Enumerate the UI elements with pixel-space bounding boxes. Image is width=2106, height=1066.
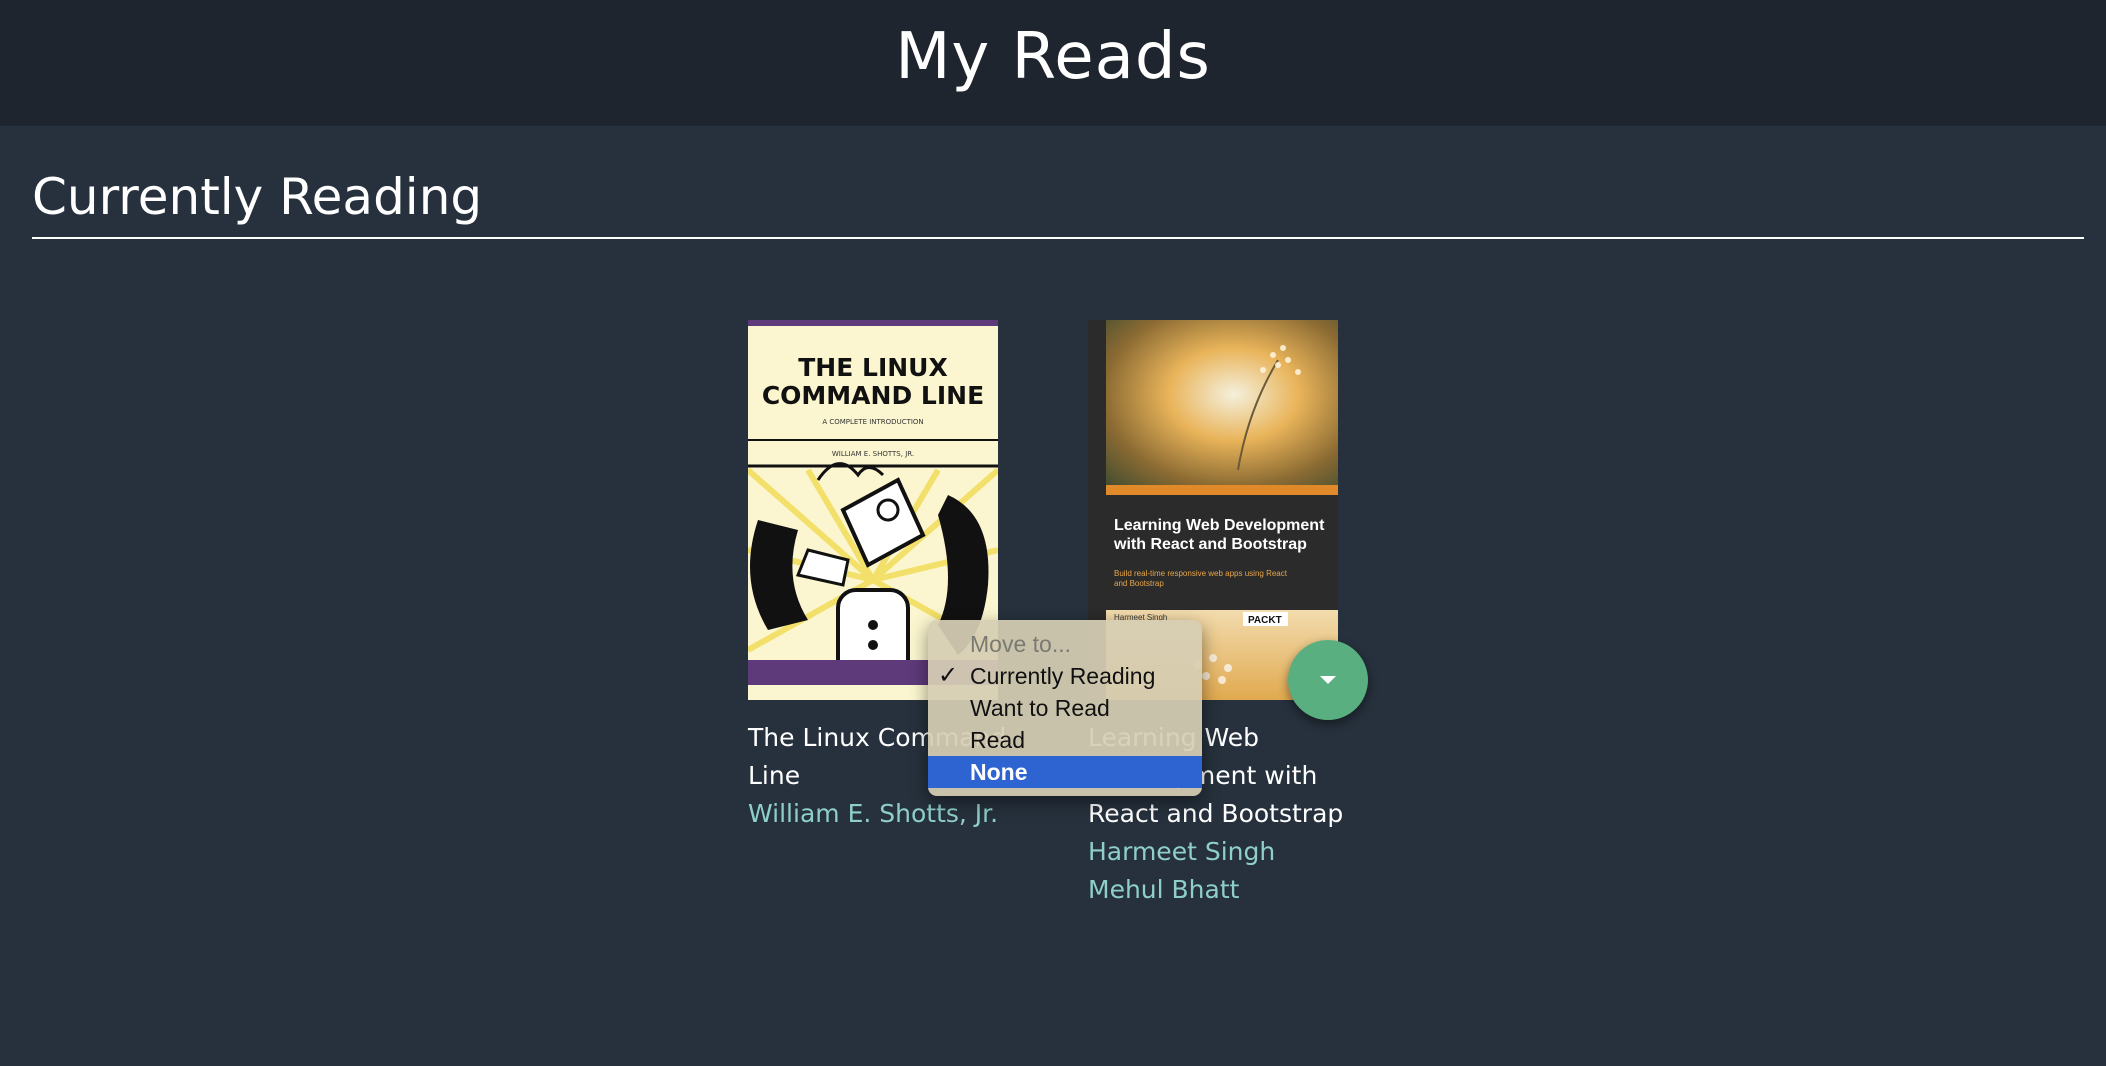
menu-option-want-to-read[interactable]: Want to Read: [928, 692, 1202, 724]
cover-heading-2: COMMAND LINE: [762, 381, 984, 410]
cover-author: WILLIAM E. SHOTTS, JR.: [832, 450, 914, 458]
menu-option-currently-reading[interactable]: ✓ Currently Reading: [928, 660, 1202, 692]
book-author: William E. Shotts, Jr.: [748, 799, 999, 828]
shelf-changer-button[interactable]: [1288, 640, 1368, 720]
menu-option-label: Want to Read: [970, 695, 1110, 721]
caret-down-icon: [1320, 676, 1336, 684]
cover-heading-2: with React and Bootstrap: [1113, 536, 1307, 553]
book-author: Mehul Bhatt: [1088, 875, 1240, 904]
book-author: Harmeet Singh: [1088, 837, 1276, 866]
app-title: My Reads: [895, 20, 1211, 94]
shelf-title: Currently Reading: [32, 168, 483, 226]
menu-option-read[interactable]: Read: [928, 724, 1202, 756]
menu-option-none[interactable]: None: [928, 756, 1202, 788]
cover-subtitle: A COMPLETE INTRODUCTION: [822, 418, 923, 426]
menu-option-label: None: [970, 759, 1028, 785]
shelf-divider: [32, 237, 2084, 239]
menu-option-label: Read: [970, 727, 1025, 753]
cover-heading-1: THE LINUX: [798, 353, 948, 382]
cover-subtitle-2: and Bootstrap: [1114, 579, 1164, 588]
app-header: My Reads: [0, 0, 2106, 126]
cover-publisher: PACKT: [1248, 615, 1282, 626]
checkmark-icon: ✓: [938, 662, 959, 689]
cover-subtitle: Build real-time responsive web apps usin…: [1114, 569, 1288, 578]
move-to-menu[interactable]: Move to... ✓ Currently Reading Want to R…: [928, 620, 1202, 796]
menu-option-label: Currently Reading: [970, 663, 1156, 689]
cover-heading-1: Learning Web Development: [1114, 517, 1325, 534]
menu-placeholder: Move to...: [970, 631, 1071, 657]
